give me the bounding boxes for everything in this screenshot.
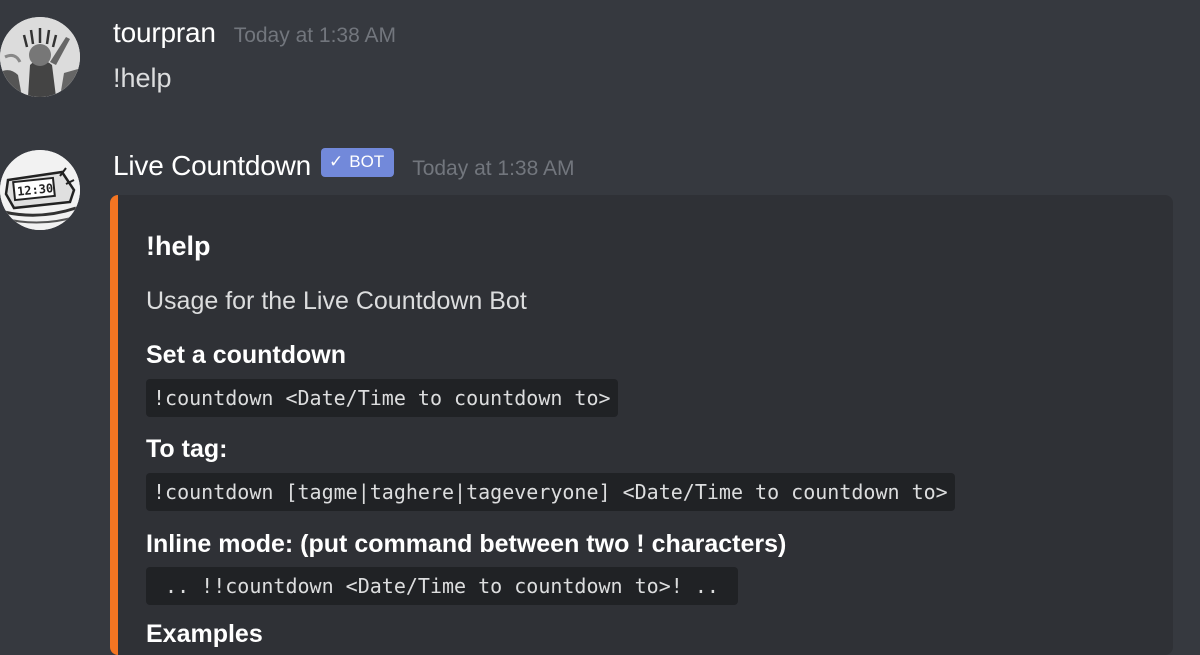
message-header: tourpran Today at 1:38 AM xyxy=(113,17,396,49)
statue-of-liberty-avatar-icon xyxy=(0,17,80,97)
alarm-clock-avatar-icon: 12:30 xyxy=(0,150,80,230)
message-header: Live Countdown ✓ BOT Today at 1:38 AM xyxy=(113,147,575,182)
field-name-to-tag: To tag: xyxy=(146,435,228,463)
field-value-inline-mode: .. !!countdown <Date/Time to countdown t… xyxy=(146,567,738,605)
message-content: !help xyxy=(113,63,172,93)
bot-tag: ✓ BOT xyxy=(321,147,395,177)
bot-avatar[interactable]: 12:30 xyxy=(0,150,80,230)
help-embed: !help Usage for the Live Countdown Bot S… xyxy=(110,195,1173,655)
field-value-to-tag: !countdown [tagme|taghere|tageveryone] <… xyxy=(146,473,955,511)
bot-tag-label: BOT xyxy=(349,152,385,171)
timestamp: Today at 1:38 AM xyxy=(233,24,396,47)
embed-description: Usage for the Live Countdown Bot xyxy=(146,287,527,315)
username[interactable]: tourpran xyxy=(113,17,216,49)
field-name-set-countdown: Set a countdown xyxy=(146,341,346,369)
field-name-inline-mode: Inline mode: (put command between two ! … xyxy=(146,530,787,558)
field-name-examples: Examples xyxy=(146,620,263,648)
field-value-set-countdown: !countdown <Date/Time to countdown to> xyxy=(146,379,618,417)
timestamp: Today at 1:38 AM xyxy=(412,157,575,180)
embed-title: !help xyxy=(146,231,211,261)
user-avatar[interactable] xyxy=(0,17,80,97)
username[interactable]: Live Countdown xyxy=(113,150,311,182)
verified-check-icon: ✓ xyxy=(329,152,344,171)
